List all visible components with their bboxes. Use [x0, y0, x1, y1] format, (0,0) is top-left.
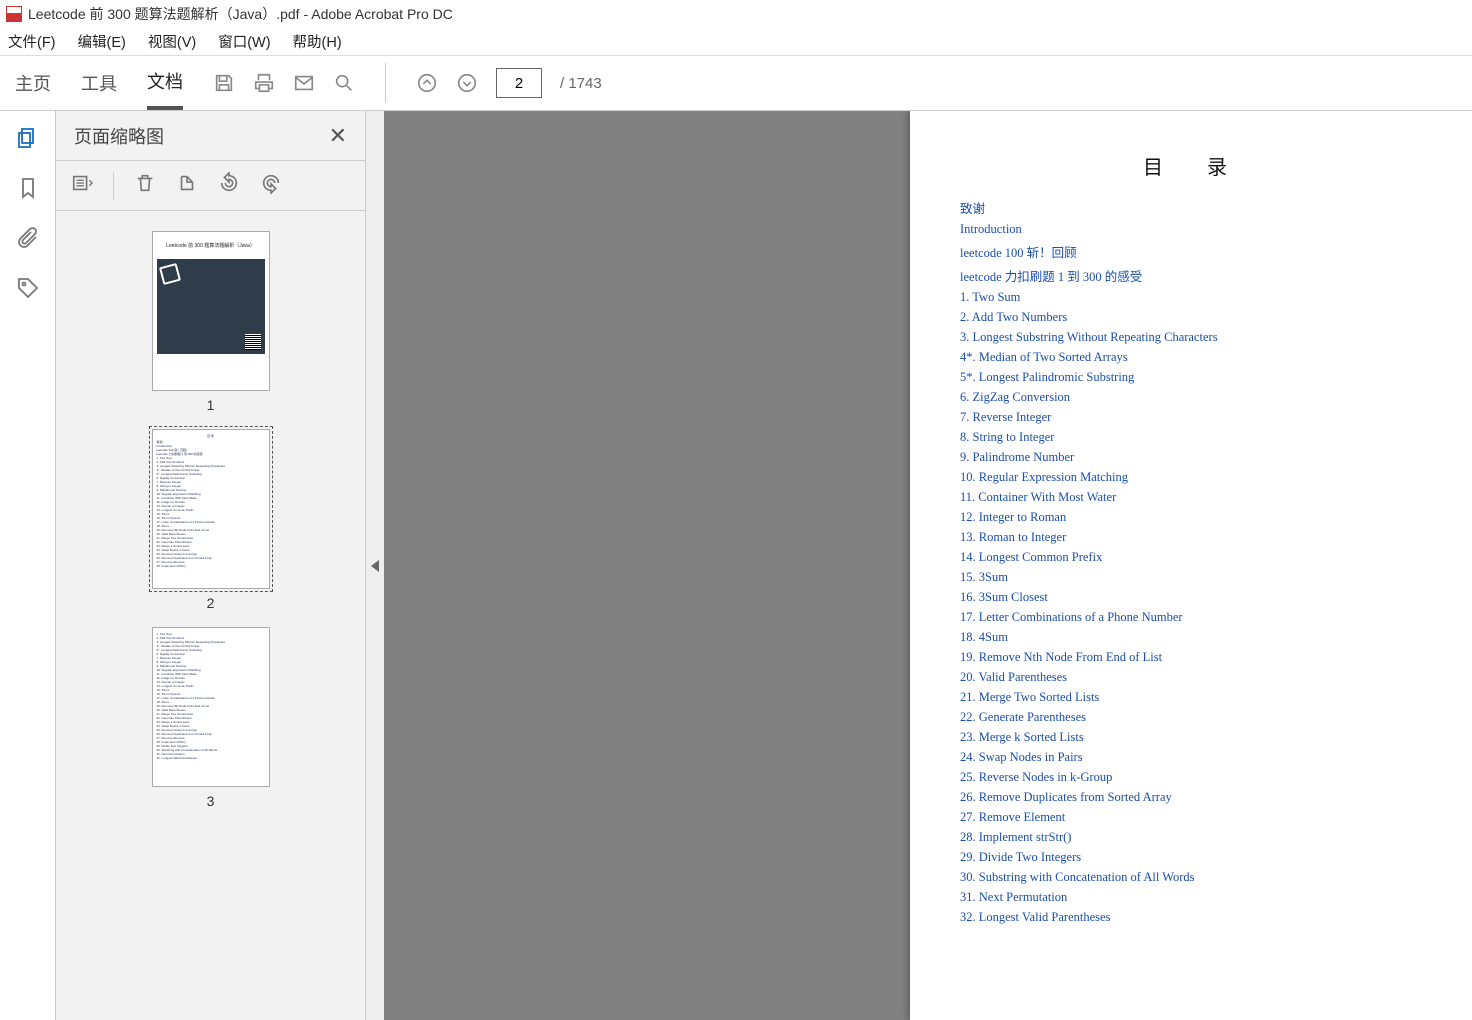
menu-window[interactable]: 窗口(W) — [218, 31, 270, 52]
toc-item[interactable]: 7. Reverse Integer — [960, 410, 1422, 425]
options-menu-icon[interactable] — [71, 172, 93, 199]
save-icon[interactable] — [213, 72, 235, 94]
toc-item[interactable]: 15. 3Sum — [960, 570, 1422, 585]
thumbnails-icon[interactable] — [15, 125, 41, 151]
thumb-label-2: 2 — [207, 595, 215, 611]
toc-item[interactable]: 2. Add Two Numbers — [960, 310, 1422, 325]
mail-icon[interactable] — [293, 72, 315, 94]
page-down-icon[interactable] — [456, 72, 478, 94]
left-rail — [0, 111, 56, 1020]
page-total-label: / 1743 — [560, 75, 602, 92]
search-icon[interactable] — [333, 72, 355, 94]
thumb2-mini-toc: 目 录致谢Introductionleetcode 100 斩！回顾leetco… — [157, 434, 265, 568]
thumb1-title: Leetcode 前 300 题算法题解析（Java） — [157, 236, 265, 255]
toc-item[interactable]: 28. Implement strStr() — [960, 830, 1422, 845]
toc-item[interactable]: 31. Next Permutation — [960, 890, 1422, 905]
toc-item[interactable]: 17. Letter Combinations of a Phone Numbe… — [960, 610, 1422, 625]
toc-item[interactable]: Introduction — [960, 222, 1422, 237]
toc-item[interactable]: 29. Divide Two Integers — [960, 850, 1422, 865]
thumbnail-page-3[interactable]: 1. Two Sum2. Add Two Numbers3. Longest S… — [152, 627, 270, 809]
window-titlebar: Leetcode 前 300 题算法题解析（Java）.pdf - Adobe … — [0, 0, 1472, 28]
toc-list: 致谢 Introduction leetcode 100 斩！回顾 leetcode … — [960, 198, 1422, 925]
menu-help[interactable]: 帮助(H) — [293, 31, 342, 52]
thumb-label-3: 3 — [207, 793, 215, 809]
toc-item[interactable]: 致谢 — [960, 198, 1422, 217]
tab-home[interactable]: 主页 — [15, 56, 51, 110]
trash-icon[interactable] — [134, 172, 156, 199]
toc-item[interactable]: 24. Swap Nodes in Pairs — [960, 750, 1422, 765]
toc-item[interactable]: 8. String to Integer — [960, 430, 1422, 445]
toc-item[interactable]: 14. Longest Common Prefix — [960, 550, 1422, 565]
toc-item[interactable]: 21. Merge Two Sorted Lists — [960, 690, 1422, 705]
toc-item[interactable]: 22. Generate Parentheses — [960, 710, 1422, 725]
print-icon[interactable] — [253, 72, 275, 94]
doc-heading: 目 录 — [960, 151, 1422, 180]
thumbnails-panel-title: 页面缩略图 — [74, 123, 164, 149]
collapse-panel-button[interactable] — [366, 111, 384, 1020]
toc-item[interactable]: 13. Roman to Integer — [960, 530, 1422, 545]
toc-item[interactable]: 6. ZigZag Conversion — [960, 390, 1422, 405]
toc-item[interactable]: 23. Merge k Sorted Lists — [960, 730, 1422, 745]
menu-bar: 文件(F) 编辑(E) 视图(V) 窗口(W) 帮助(H) — [0, 28, 1472, 56]
toc-item[interactable]: 12. Integer to Roman — [960, 510, 1422, 525]
rotate-cw-icon[interactable] — [260, 172, 282, 199]
thumbnails-toolbar — [56, 161, 365, 211]
tag-icon[interactable] — [15, 275, 41, 301]
toc-item[interactable]: 11. Container With Most Water — [960, 490, 1422, 505]
toc-item[interactable]: 4*. Median of Two Sorted Arrays — [960, 350, 1422, 365]
thumb-label-1: 1 — [207, 397, 215, 413]
page-number-input[interactable] — [496, 68, 542, 98]
attachment-icon[interactable] — [15, 225, 41, 251]
menu-edit[interactable]: 编辑(E) — [78, 31, 126, 52]
tool-tabs-row: 主页 工具 文档 / 1743 — [0, 56, 1472, 111]
thumbnail-page-2[interactable]: 目 录致谢Introductionleetcode 100 斩！回顾leetco… — [152, 429, 270, 611]
toc-item[interactable]: 19. Remove Nth Node From End of List — [960, 650, 1422, 665]
tab-document[interactable]: 文档 — [147, 56, 183, 110]
thumb-toolbar-divider — [113, 172, 114, 200]
toc-item[interactable]: 1. Two Sum — [960, 290, 1422, 305]
tab-tools[interactable]: 工具 — [81, 56, 117, 110]
thumbnails-panel: 页面缩略图 ✕ Leetcode 前 300 题算法题解析（Java） 1 目 … — [56, 111, 366, 1020]
toc-item[interactable]: leetcode 100 斩！回顾 — [960, 242, 1422, 261]
toc-item[interactable]: 9. Palindrome Number — [960, 450, 1422, 465]
toc-item[interactable]: 20. Valid Parentheses — [960, 670, 1422, 685]
pdf-file-icon — [6, 6, 22, 22]
toc-item[interactable]: 25. Reverse Nodes in k-Group — [960, 770, 1422, 785]
thumbnails-list[interactable]: Leetcode 前 300 题算法题解析（Java） 1 目 录致谢Intro… — [56, 211, 365, 1020]
window-title: Leetcode 前 300 题算法题解析（Java）.pdf - Adobe … — [28, 4, 453, 24]
document-view[interactable]: 目 录 致谢 Introduction leetcode 100 斩！回顾 leetc… — [384, 111, 1472, 1020]
toc-item[interactable]: 30. Substring with Concatenation of All … — [960, 870, 1422, 885]
toc-item[interactable]: 32. Longest Valid Parentheses — [960, 910, 1422, 925]
menu-file[interactable]: 文件(F) — [8, 31, 56, 52]
thumb3-mini-toc: 1. Two Sum2. Add Two Numbers3. Longest S… — [157, 632, 265, 760]
toc-item[interactable]: 16. 3Sum Closest — [960, 590, 1422, 605]
thumbnail-page-1[interactable]: Leetcode 前 300 题算法题解析（Java） 1 — [152, 231, 270, 413]
page-up-icon[interactable] — [416, 72, 438, 94]
toc-item[interactable]: 27. Remove Element — [960, 810, 1422, 825]
rotate-ccw-icon[interactable] — [218, 172, 240, 199]
bookmark-icon[interactable] — [15, 175, 41, 201]
toc-item[interactable]: 18. 4Sum — [960, 630, 1422, 645]
document-page: 目 录 致谢 Introduction leetcode 100 斩！回顾 leetc… — [910, 111, 1472, 1020]
toolbar-divider — [385, 63, 386, 103]
toc-item[interactable]: leetcode 力扣刷题 1 到 300 的感受 — [960, 266, 1422, 285]
toc-item[interactable]: 10. Regular Expression Matching — [960, 470, 1422, 485]
chevron-left-icon — [371, 560, 379, 572]
insert-page-icon[interactable] — [176, 172, 198, 199]
toc-item[interactable]: 26. Remove Duplicates from Sorted Array — [960, 790, 1422, 805]
close-icon[interactable]: ✕ — [329, 123, 347, 149]
menu-view[interactable]: 视图(V) — [148, 31, 196, 52]
toc-item[interactable]: 5*. Longest Palindromic Substring — [960, 370, 1422, 385]
toc-item[interactable]: 3. Longest Substring Without Repeating C… — [960, 330, 1422, 345]
